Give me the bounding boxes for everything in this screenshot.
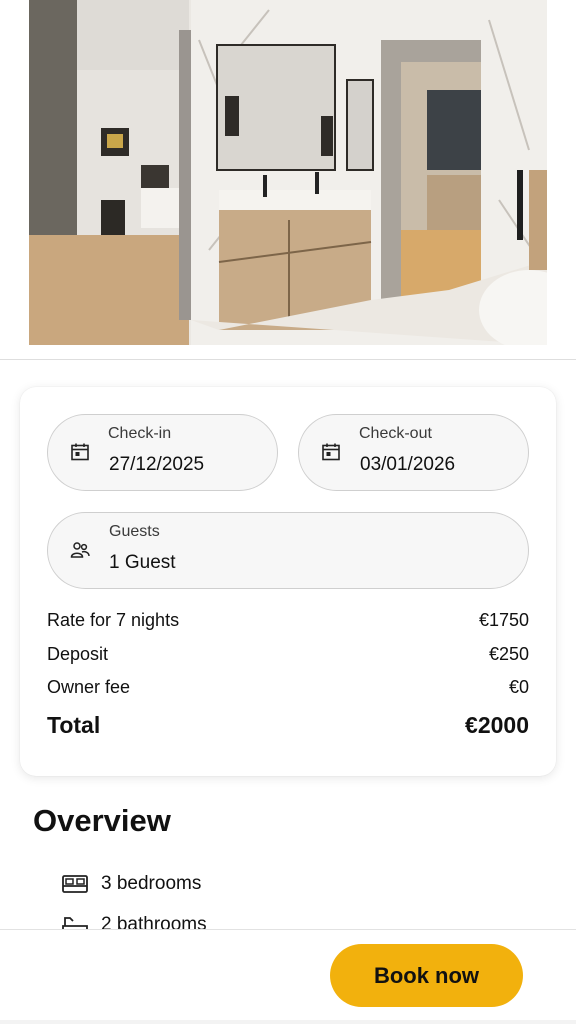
guests-label: Guests — [109, 523, 160, 540]
total-label: Total — [47, 711, 101, 738]
people-icon — [70, 542, 90, 558]
price-row-deposit: Deposit €250 — [47, 642, 529, 666]
price-amount: €250 — [488, 643, 529, 664]
checkin-label: Check-in — [108, 425, 172, 442]
price-amount: €0 — [508, 676, 529, 697]
guests-value: 1 Guest — [109, 552, 176, 573]
price-label: Deposit — [47, 643, 109, 664]
price-row-total: Total €2000 — [47, 710, 529, 740]
feature-text: 3 bedrooms — [101, 873, 202, 894]
calendar-icon — [322, 443, 340, 461]
bathroom-photo-drawing — [29, 0, 547, 345]
bottom-edge — [0, 1020, 576, 1024]
total-amount: €2000 — [465, 711, 529, 738]
price-amount: €1750 — [478, 609, 529, 630]
book-now-button[interactable]: Book now — [330, 944, 523, 1007]
section-divider — [0, 359, 576, 360]
listing-page: Check-in 27/12/2025 Check-out 03/01/2026… — [0, 0, 576, 1024]
checkout-value: 03/01/2026 — [360, 454, 456, 475]
price-row-owner-fee: Owner fee €0 — [47, 675, 529, 699]
checkin-value: 27/12/2025 — [109, 454, 205, 475]
listing-photo[interactable] — [29, 0, 547, 345]
feature-bedrooms: 3 bedrooms — [61, 871, 201, 897]
guests-field[interactable]: Guests 1 Guest — [47, 512, 529, 589]
checkin-date-field[interactable]: Check-in 27/12/2025 — [47, 414, 278, 491]
price-label: Owner fee — [47, 676, 131, 697]
bed-icon — [62, 875, 88, 893]
booking-card: Check-in 27/12/2025 Check-out 03/01/2026… — [20, 387, 556, 776]
calendar-icon — [71, 443, 89, 461]
price-row-rate: Rate for 7 nights €1750 — [47, 608, 529, 632]
booking-bottom-bar: Book now — [0, 929, 576, 1020]
checkout-label: Check-out — [359, 425, 432, 442]
checkout-date-field[interactable]: Check-out 03/01/2026 — [298, 414, 529, 491]
price-label: Rate for 7 nights — [47, 609, 180, 630]
overview-heading: Overview — [33, 803, 171, 838]
